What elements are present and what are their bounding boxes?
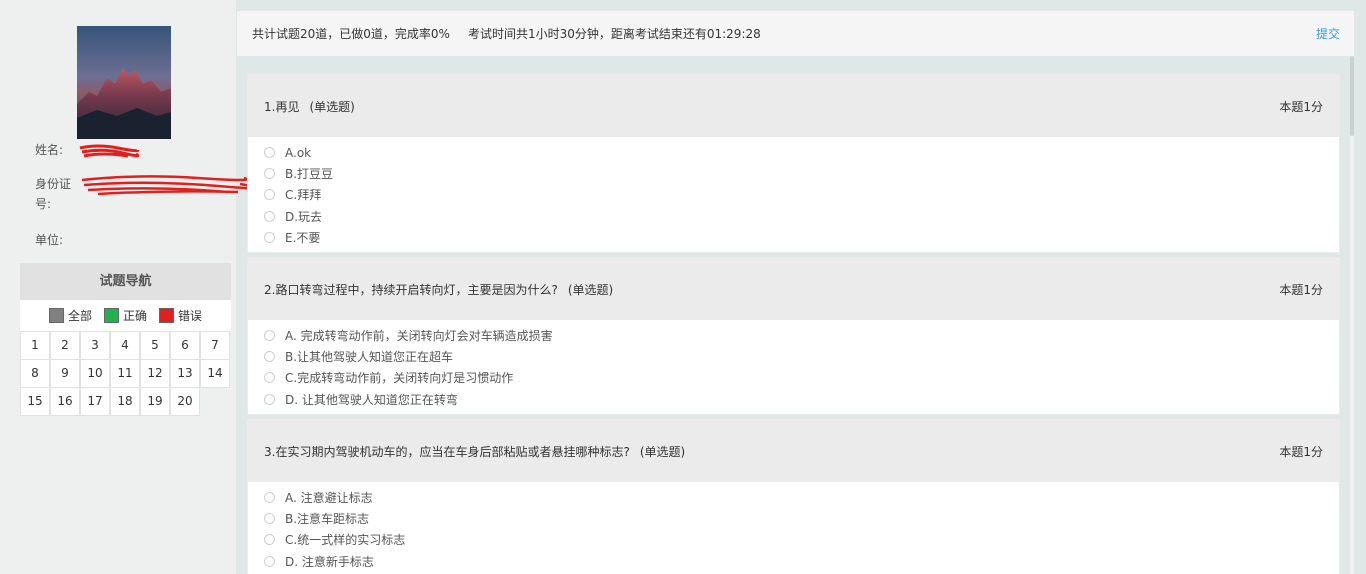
option-2a[interactable]: A. 完成转弯动作前，关闭转向灯会对车辆造成损害: [264, 325, 1339, 346]
nav-question-15[interactable]: 15: [20, 387, 50, 416]
question-title: 1.再见 (单选题): [264, 99, 355, 114]
scrollbar-thumb[interactable]: [1350, 56, 1354, 136]
question-list: 1.再见 (单选题) 本题1分 A.ok B.打豆豆 C.拜拜 D.玩去 E.不要…: [237, 65, 1354, 574]
radio-icon[interactable]: [264, 210, 275, 222]
question-card-1: 1.再见 (单选题) 本题1分 A.ok B.打豆豆 C.拜拜 D.玩去 E.不要: [248, 75, 1339, 252]
nav-question-7[interactable]: 7: [200, 331, 230, 360]
option-1b[interactable]: B.打豆豆: [264, 163, 1339, 184]
question-type: (单选题): [309, 99, 355, 114]
option-list: A. 完成转弯动作前，关闭转向灯会对车辆造成损害 B.让其他驾驶人知道您正在超车…: [248, 320, 1339, 414]
avatar: [77, 26, 171, 139]
nav-question-9[interactable]: 9: [50, 359, 80, 388]
question-navigator: 试题导航 全部 正确 错误 1 2 3 4 5 6 7 8 9 10 11 12…: [20, 263, 231, 416]
exam-status-bar: 共计试题20道，已做0道，完成率0% 考试时间共1小时30分钟，距离考试结束还有…: [237, 11, 1354, 56]
id-redaction: [81, 175, 248, 196]
question-header: 3.在实习期内驾驶机动车的，应当在车身后部粘贴或者悬挂哪种标志? (单选题) 本题…: [248, 420, 1339, 482]
legend-all-swatch: [48, 308, 64, 323]
unit-label: 单位:: [35, 233, 64, 247]
question-score: 本题1分: [1279, 282, 1323, 297]
option-list: A. 注意避让标志 B.注意车距标志 C.统一式样的实习标志 D. 注意新手标志: [248, 482, 1339, 574]
radio-icon[interactable]: [264, 393, 275, 405]
radio-icon[interactable]: [264, 330, 275, 342]
question-header: 2.路口转弯过程中，持续开启转向灯，主要是因为什么? (单选题) 本题1分: [248, 258, 1339, 320]
radio-icon[interactable]: [264, 147, 275, 159]
nav-question-19[interactable]: 19: [140, 387, 170, 416]
exam-page: 姓名: 身份证号: 单位: 试题导航 全部 正确 错误 1 2 3 4 5 6 …: [0, 0, 1366, 574]
nav-question-17[interactable]: 17: [80, 387, 110, 416]
question-number-grid: 1 2 3 4 5 6 7 8 9 10 11 12 13 14 15 16 1…: [20, 331, 231, 416]
name-label: 姓名:: [35, 143, 64, 157]
nav-question-5[interactable]: 5: [140, 331, 170, 360]
legend-wrong: 错误: [159, 307, 202, 324]
radio-icon[interactable]: [264, 555, 275, 567]
nav-question-10[interactable]: 10: [80, 359, 110, 388]
radio-icon[interactable]: [264, 372, 275, 384]
question-score: 本题1分: [1279, 99, 1323, 114]
question-header: 1.再见 (单选题) 本题1分: [248, 75, 1339, 137]
nav-question-14[interactable]: 14: [200, 359, 230, 388]
question-score: 本题1分: [1279, 444, 1323, 459]
legend-correct: 正确: [103, 307, 147, 324]
legend-correct-label: 正确: [122, 309, 147, 323]
nav-question-8[interactable]: 8: [20, 359, 50, 388]
nav-question-2[interactable]: 2: [50, 331, 80, 360]
question-card-3: 3.在实习期内驾驶机动车的，应当在车身后部粘贴或者悬挂哪种标志? (单选题) 本题…: [248, 420, 1339, 574]
question-title: 2.路口转弯过程中，持续开启转向灯，主要是因为什么? (单选题): [264, 282, 614, 297]
nav-question-16[interactable]: 16: [50, 387, 80, 416]
question-type: (单选题): [567, 282, 614, 297]
legend-wrong-label: 错误: [178, 309, 203, 323]
option-1e[interactable]: E.不要: [264, 227, 1339, 248]
legend-wrong-swatch: [159, 308, 174, 323]
option-2d[interactable]: D. 让其他驾驶人知道您正在转弯: [264, 389, 1339, 410]
option-list: A.ok B.打豆豆 C.拜拜 D.玩去 E.不要: [248, 137, 1339, 252]
option-1c[interactable]: C.拜拜: [264, 184, 1339, 205]
nav-question-18[interactable]: 18: [110, 387, 140, 416]
timer-text: 考试时间共1小时30分钟，距离考试结束还有01:29:28: [467, 27, 761, 41]
option-2c[interactable]: C.完成转弯动作前，关闭转向灯是习惯动作: [264, 367, 1339, 388]
nav-question-13[interactable]: 13: [170, 359, 200, 388]
submit-button[interactable]: 提交: [1316, 25, 1340, 42]
name-redaction: [79, 144, 140, 158]
option-1a[interactable]: A.ok: [264, 142, 1339, 163]
legend-correct-swatch: [103, 308, 119, 323]
navigator-title: 试题导航: [20, 263, 231, 300]
legend-all: 全部: [48, 307, 92, 324]
option-1d[interactable]: D.玩去: [264, 206, 1339, 227]
nav-question-12[interactable]: 12: [140, 359, 170, 388]
question-title: 3.在实习期内驾驶机动车的，应当在车身后部粘贴或者悬挂哪种标志? (单选题): [264, 444, 686, 459]
progress-text: 共计试题20道，已做0道，完成率0%: [252, 27, 450, 41]
radio-icon[interactable]: [264, 351, 275, 363]
option-3b[interactable]: B.注意车距标志: [264, 508, 1339, 529]
radio-icon[interactable]: [264, 168, 275, 180]
legend-all-label: 全部: [67, 309, 92, 323]
question-card-2: 2.路口转弯过程中，持续开启转向灯，主要是因为什么? (单选题) 本题1分 A. …: [248, 258, 1339, 414]
nav-question-20[interactable]: 20: [170, 387, 200, 416]
navigator-legend: 全部 正确 错误: [20, 300, 231, 331]
nav-question-11[interactable]: 11: [110, 359, 140, 388]
radio-icon[interactable]: [264, 513, 275, 525]
radio-icon[interactable]: [264, 189, 275, 201]
option-2b[interactable]: B.让其他驾驶人知道您正在超车: [264, 346, 1339, 367]
option-3a[interactable]: A. 注意避让标志: [264, 487, 1339, 508]
nav-question-3[interactable]: 3: [80, 331, 110, 360]
nav-question-4[interactable]: 4: [110, 331, 140, 360]
radio-icon[interactable]: [264, 492, 275, 504]
option-3c[interactable]: C.统一式样的实习标志: [264, 529, 1339, 550]
radio-icon[interactable]: [264, 534, 275, 546]
nav-question-1[interactable]: 1: [20, 331, 50, 360]
id-label: 身份证号:: [35, 177, 72, 211]
question-type: (单选题): [639, 444, 686, 459]
left-panel: 姓名: 身份证号: 单位: 试题导航 全部 正确 错误 1 2 3 4 5 6 …: [0, 0, 248, 574]
nav-question-6[interactable]: 6: [170, 331, 200, 360]
option-3d[interactable]: D. 注意新手标志: [264, 551, 1339, 572]
radio-icon[interactable]: [264, 231, 275, 243]
